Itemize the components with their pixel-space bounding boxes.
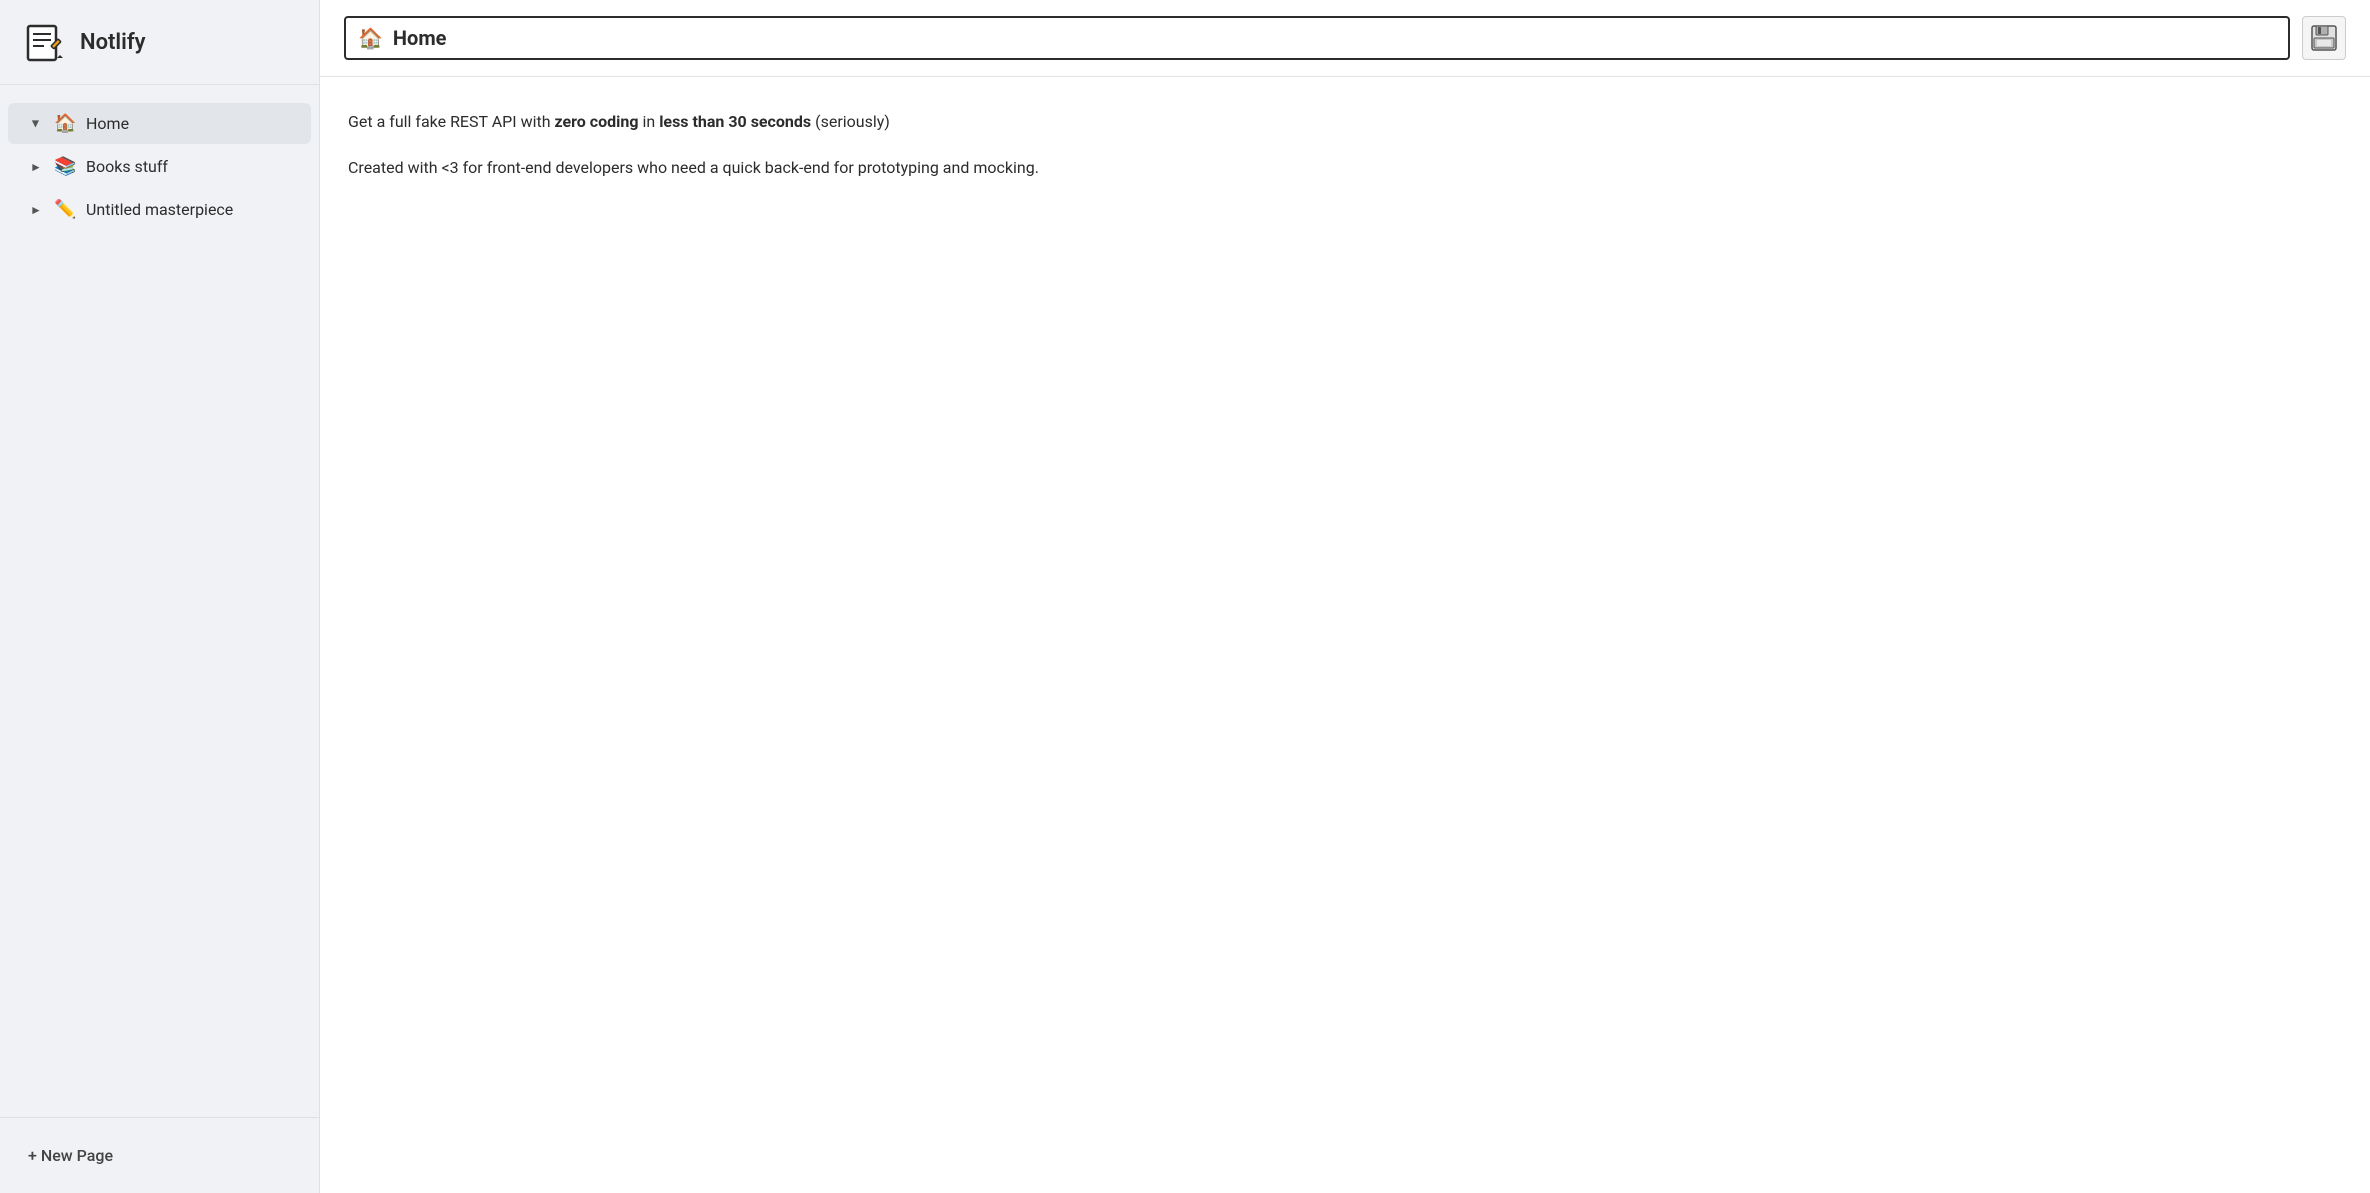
sidebar: Notlify ► 🏠 Home ► 📚 Books stuff ► ✏️ Un… <box>0 0 320 1193</box>
page-title-icon: 🏠 <box>358 26 383 50</box>
content-paragraph-1: Get a full fake REST API with zero codin… <box>348 109 1248 135</box>
sidebar-nav: ► 🏠 Home ► 📚 Books stuff ► ✏️ Untitled m… <box>0 85 319 1117</box>
content-paragraph-2: Created with <3 for front-end developers… <box>348 155 1248 181</box>
content-bold-30-seconds: less than 30 seconds <box>659 112 811 131</box>
new-page-button[interactable]: + New Page <box>24 1138 295 1173</box>
sidebar-footer: + New Page <box>0 1117 319 1193</box>
page-title-container: 🏠 <box>344 16 2290 60</box>
app-logo-icon <box>24 20 68 64</box>
content-bold-zero-coding: zero coding <box>555 112 639 131</box>
sidebar-item-books-stuff[interactable]: ► 📚 Books stuff <box>8 146 311 187</box>
sidebar-item-home-label: Home <box>86 114 129 133</box>
content-body: Get a full fake REST API with zero codin… <box>348 109 1248 180</box>
floppy-disk-icon <box>2310 24 2338 52</box>
sidebar-item-untitled-label: Untitled masterpiece <box>86 200 233 219</box>
home-item-icon: 🏠 <box>54 113 76 134</box>
sidebar-header: Notlify <box>0 0 319 85</box>
sidebar-item-home[interactable]: ► 🏠 Home <box>8 103 311 144</box>
save-button[interactable] <box>2302 16 2346 60</box>
sidebar-item-books-label: Books stuff <box>86 157 168 176</box>
page-title-input[interactable] <box>393 26 2276 50</box>
chevron-untitled-icon: ► <box>28 202 44 218</box>
untitled-item-icon: ✏️ <box>54 199 76 220</box>
chevron-home-icon: ► <box>28 116 44 132</box>
sidebar-item-untitled[interactable]: ► ✏️ Untitled masterpiece <box>8 189 311 230</box>
main-header: 🏠 <box>320 0 2370 77</box>
main-content: Get a full fake REST API with zero codin… <box>320 77 2370 1193</box>
app-title: Notlify <box>80 30 146 55</box>
chevron-books-icon: ► <box>28 159 44 175</box>
books-item-icon: 📚 <box>54 156 76 177</box>
main-panel: 🏠 Get a full fake REST API with zero cod… <box>320 0 2370 1193</box>
